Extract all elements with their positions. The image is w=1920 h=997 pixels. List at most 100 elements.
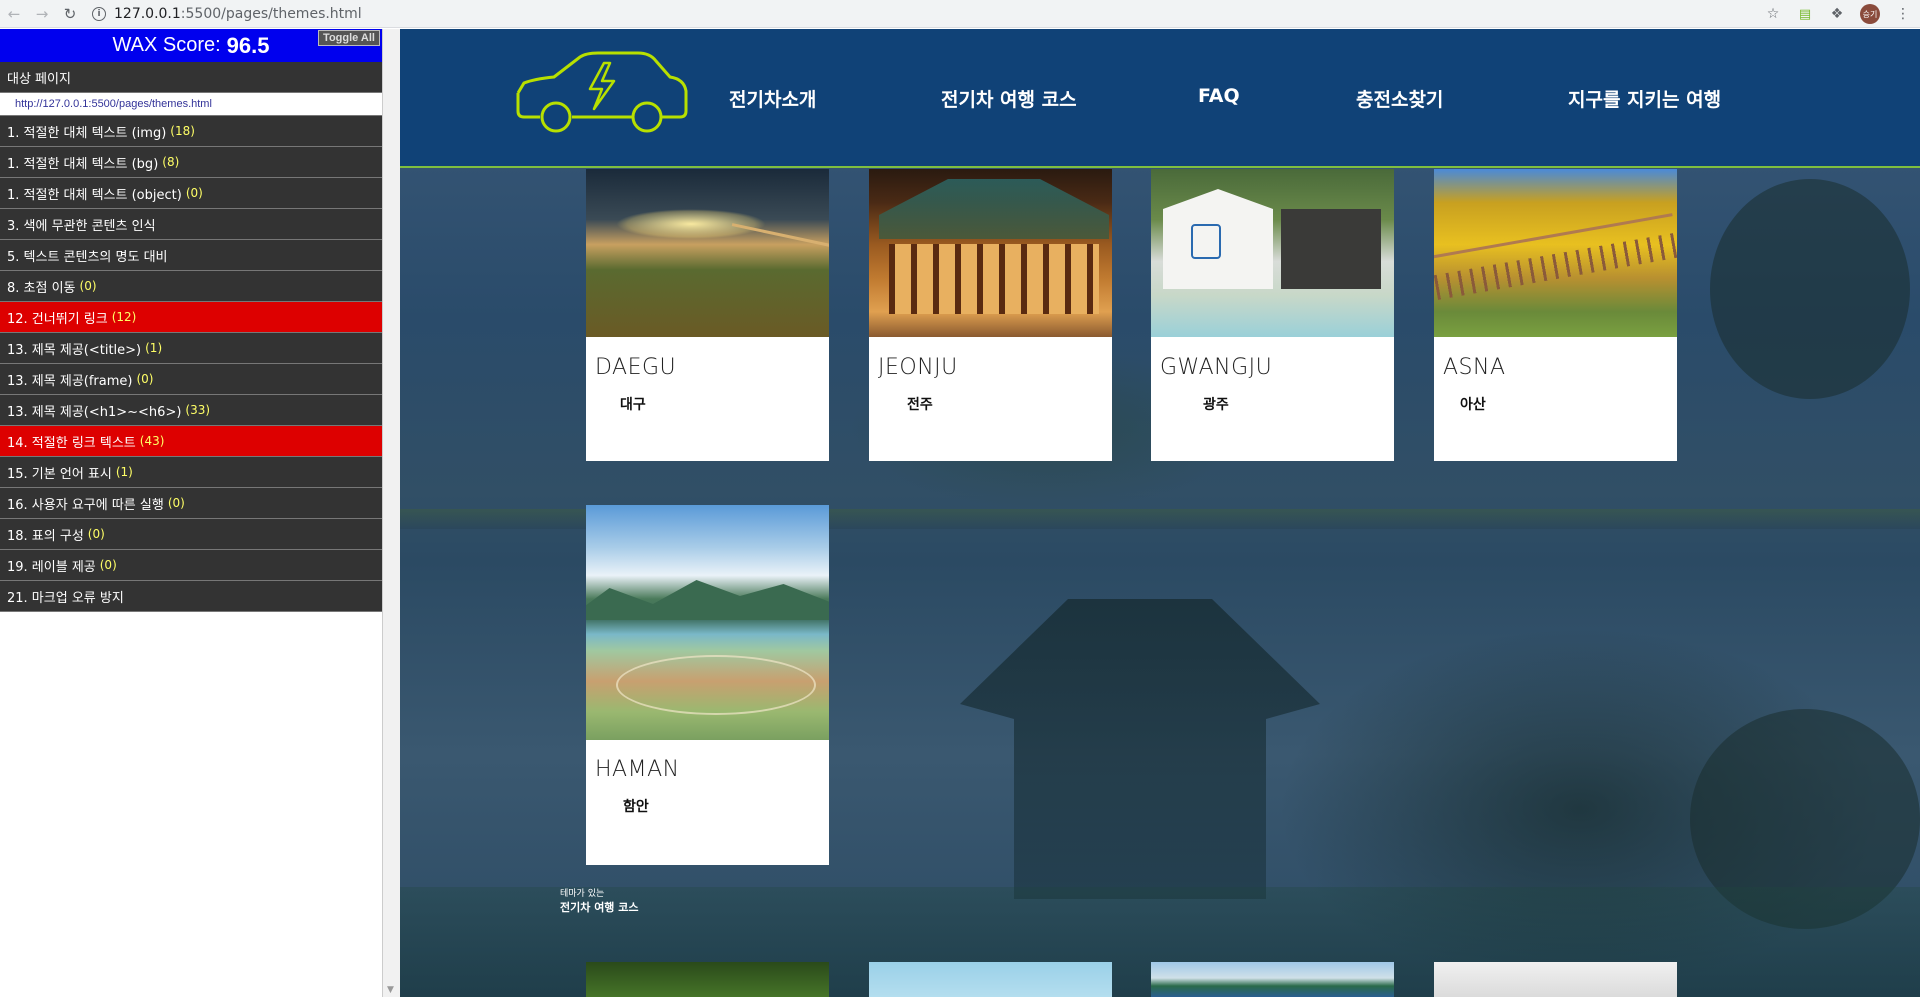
wax-check-item[interactable]: 15. 기본 언어 표시 (1) (0, 457, 382, 488)
nav-earth-trip[interactable]: 지구를 지키는 여행 (1568, 85, 1721, 112)
wax-check-count: (43) (139, 434, 165, 448)
card-jeonju[interactable]: JEONJU 전주 (869, 169, 1112, 461)
reload-icon[interactable]: ↻ (56, 0, 84, 28)
wax-check-item[interactable]: 12. 건너뛰기 링크 (12) (0, 302, 382, 333)
wax-check-label: 14. 적절한 링크 텍스트 (7, 435, 136, 451)
wax-check-count: (0) (185, 186, 203, 200)
haman-image (586, 505, 829, 740)
wax-check-item[interactable]: 1. 적절한 대체 텍스트 (bg) (8) (0, 147, 382, 178)
card-city-name-ko: 함안 (623, 799, 649, 815)
course-thumbnail[interactable] (1151, 962, 1394, 997)
wax-check-item[interactable]: 13. 제목 제공(<title>) (1) (0, 333, 382, 364)
card-haman[interactable]: HAMAN 함안 (586, 505, 829, 865)
scrollbar[interactable]: ▼ (383, 29, 400, 997)
card-city-name-ko: 아산 (1460, 397, 1486, 413)
toggle-all-button[interactable]: Toggle All (318, 30, 380, 46)
wax-check-count: (1) (115, 465, 133, 479)
course-thumbnail[interactable] (1434, 962, 1677, 997)
wax-check-label: 13. 제목 제공(<title>) (7, 342, 142, 358)
wax-check-count: (0) (79, 279, 97, 293)
bookmark-star-icon[interactable]: ☆ (1764, 5, 1782, 23)
wax-check-label: 5. 텍스트 콘텐츠의 명도 대비 (7, 249, 168, 265)
wax-check-label: 16. 사용자 요구에 따른 실행 (7, 497, 164, 513)
wax-check-item[interactable]: 3. 색에 무관한 콘텐츠 인식 (0, 209, 382, 240)
daegu-image (586, 169, 829, 337)
address-bar[interactable]: i 127.0.0.1:5500/pages/themes.html (92, 3, 362, 25)
section-subtitle: 테마가 있는 (560, 889, 605, 899)
wax-check-count: (0) (87, 527, 105, 541)
section-heading: 테마가 있는 전기차 여행 코스 (560, 886, 639, 915)
section-title: 전기차 여행 코스 (560, 901, 639, 914)
wax-score-label: WAX Score: (112, 34, 221, 56)
wax-check-label: 3. 색에 무관한 콘텐츠 인식 (7, 218, 156, 234)
menu-icon[interactable]: ⋮ (1894, 5, 1912, 23)
card-city-name-en: JEONJU (878, 355, 958, 380)
card-asna[interactable]: ASNA 아산 (1434, 169, 1677, 461)
back-icon[interactable]: ← (0, 0, 28, 28)
card-city-name-ko: 대구 (620, 397, 646, 413)
wax-check-count: (18) (170, 124, 195, 138)
wax-check-label: 1. 적절한 대체 텍스트 (object) (7, 187, 182, 203)
wax-panel: WAX Score: 96.5 Toggle All 대상 페이지 http:/… (0, 29, 383, 997)
ev-car-logo-icon[interactable] (514, 51, 690, 137)
card-city-name-en: DAEGU (595, 355, 677, 380)
wax-check-item[interactable]: 1. 적절한 대체 텍스트 (object) (0) (0, 178, 382, 209)
wax-check-label: 1. 적절한 대체 텍스트 (img) (7, 125, 167, 141)
nav-faq[interactable]: FAQ (1198, 85, 1240, 107)
card-city-name-en: HAMAN (595, 757, 680, 782)
extension-icon[interactable]: ▤ (1796, 5, 1814, 23)
card-city-name-ko: 광주 (1203, 397, 1229, 413)
wax-check-item[interactable]: 14. 적절한 링크 텍스트 (43) (0, 426, 382, 457)
wax-target-label: 대상 페이지 (0, 62, 382, 93)
course-thumbnail[interactable] (869, 962, 1112, 997)
nav-charging-station[interactable]: 충전소찾기 (1356, 85, 1443, 112)
wax-check-item[interactable]: 5. 텍스트 콘텐츠의 명도 대비 (0, 240, 382, 271)
url-host: 127.0.0.1 (114, 5, 181, 22)
wax-check-label: 13. 제목 제공(frame) (7, 373, 133, 389)
wax-check-label: 18. 표의 구성 (7, 528, 84, 544)
wax-check-item[interactable]: 19. 레이블 제공 (0) (0, 550, 382, 581)
wax-check-item[interactable]: 21. 마크업 오류 방지 (0, 581, 382, 612)
wax-check-count: (12) (111, 310, 137, 324)
website: 전기차소개 전기차 여행 코스 FAQ 충전소찾기 지구를 지키는 여행 DAE… (400, 29, 1920, 997)
nav-ev-intro[interactable]: 전기차소개 (729, 85, 816, 112)
wax-check-item[interactable]: 1. 적절한 대체 텍스트 (img) (18) (0, 116, 382, 147)
gwangju-image (1151, 169, 1394, 337)
browser-toolbar: ← → ↻ i 127.0.0.1:5500/pages/themes.html… (0, 0, 1920, 45)
wax-check-count: (1) (145, 341, 163, 355)
forward-icon[interactable]: → (28, 0, 56, 28)
course-thumbnail[interactable] (586, 962, 829, 997)
wax-check-label: 13. 제목 제공(<h1>~<h6>) (7, 404, 182, 420)
asna-image (1434, 169, 1677, 337)
wax-header: WAX Score: 96.5 Toggle All (0, 29, 382, 62)
wax-score-value: 96.5 (226, 32, 270, 58)
avatar[interactable]: 승기 (1860, 4, 1880, 24)
wax-check-item[interactable]: 13. 제목 제공(<h1>~<h6>) (33) (0, 395, 382, 426)
card-daegu[interactable]: DAEGU 대구 (586, 169, 829, 461)
wax-check-label: 19. 레이블 제공 (7, 559, 96, 575)
wax-check-count: (0) (136, 372, 154, 386)
wax-check-item[interactable]: 18. 표의 구성 (0) (0, 519, 382, 550)
wax-check-label: 12. 건너뛰기 링크 (7, 311, 108, 327)
scroll-down-icon[interactable]: ▼ (387, 985, 394, 995)
card-city-name-en: ASNA (1443, 355, 1506, 380)
info-icon[interactable]: i (92, 6, 106, 21)
background-tree (1710, 179, 1910, 399)
wax-target-url: http://127.0.0.1:5500/pages/themes.html (0, 93, 382, 116)
wax-check-count: (33) (185, 403, 211, 417)
puzzle-icon[interactable]: ❖ (1828, 5, 1846, 23)
nav-ev-travel-course[interactable]: 전기차 여행 코스 (941, 85, 1077, 112)
wax-check-item[interactable]: 8. 초점 이동 (0) (0, 271, 382, 302)
wax-check-item[interactable]: 13. 제목 제공(frame) (0) (0, 364, 382, 395)
wax-check-label: 1. 적절한 대체 텍스트 (bg) (7, 156, 159, 172)
wax-check-label: 8. 초점 이동 (7, 280, 76, 296)
wax-check-item[interactable]: 16. 사용자 요구에 따른 실행 (0) (0, 488, 382, 519)
background-pavilion-reflection (960, 599, 1320, 899)
wax-check-count: (0) (99, 558, 117, 572)
card-city-name-ko: 전주 (907, 397, 933, 413)
card-gwangju[interactable]: GWANGJU 광주 (1151, 169, 1394, 461)
wax-check-label: 15. 기본 언어 표시 (7, 466, 112, 482)
url-path: :5500/pages/themes.html (180, 5, 362, 22)
wax-check-count: (0) (167, 496, 185, 510)
card-city-name-en: GWANGJU (1160, 355, 1273, 380)
